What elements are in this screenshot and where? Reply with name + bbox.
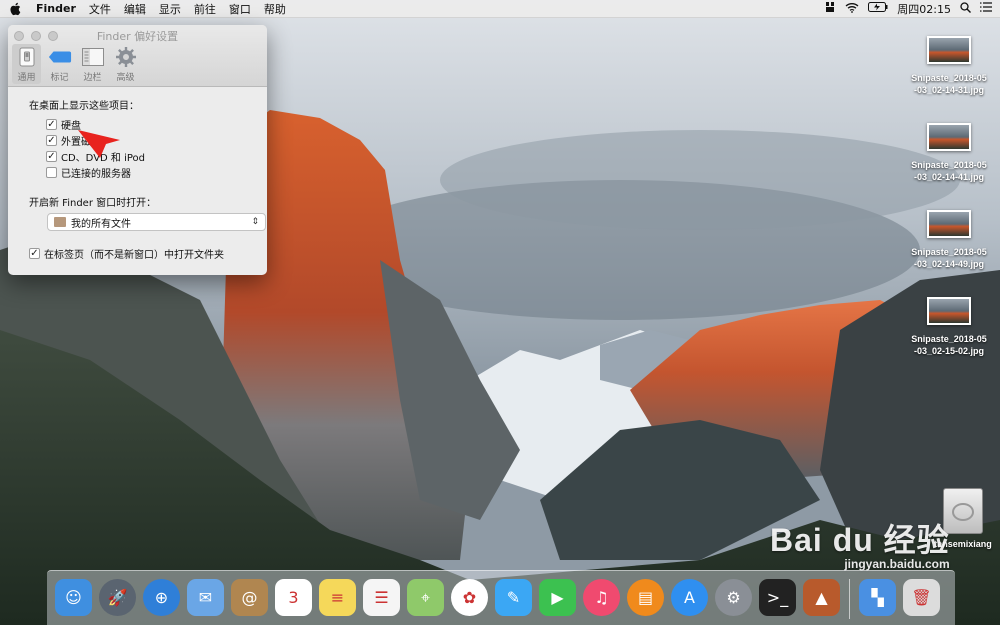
battery-icon[interactable] <box>868 2 888 15</box>
tag-icon <box>48 46 72 68</box>
image-thumbnail-icon <box>927 210 971 238</box>
updown-chevron-icon: ⇕ <box>251 217 259 227</box>
desktop-file[interactable]: Snipaste_2018-05 -03_02-14-31.jpg <box>899 36 999 96</box>
desktop-file[interactable]: Snipaste_2018-05 -03_02-15-02.jpg <box>899 297 999 357</box>
menu-help[interactable]: 帮助 <box>264 1 286 17</box>
red-arrow-annotation <box>78 130 120 158</box>
checkbox-label: 已连接的服务器 <box>61 168 131 180</box>
search-icon[interactable] <box>960 1 971 16</box>
new-window-target-value: 我的所有文件 <box>71 218 131 230</box>
sidebar-icon <box>81 46 105 68</box>
terminal-icon[interactable]: >_ <box>759 579 796 616</box>
menu-view[interactable]: 显示 <box>159 1 181 17</box>
menu-bar-status: 周四02:15 <box>824 1 992 17</box>
checkbox-open-in-tabs[interactable]: ✓ 在标签页（而不是新窗口）中打开文件夹 <box>29 245 246 261</box>
gear-icon <box>114 46 138 68</box>
dock-icons: ☺ 🚀 ⊕ ✉ @3 ≡ ☰ ⌖ ✿ ✎ ▶ ♫ ▤ A ⚙ >_ ▲ ▚ 🗑 <box>55 579 940 619</box>
messages-icon[interactable]: ✎ <box>495 579 532 616</box>
file-name-line2: -03_02-15-02.jpg <box>913 346 985 356</box>
file-name-line1: Snipaste_2018-05 <box>911 247 987 257</box>
safari-icon[interactable]: ⊕ <box>143 579 180 616</box>
menu-edit[interactable]: 编辑 <box>124 1 146 17</box>
menu-finder[interactable]: Finder <box>36 2 76 15</box>
el-capitan-installer-icon[interactable]: ▲ <box>803 579 840 616</box>
image-thumbnail-icon <box>927 36 971 64</box>
file-name-line1: Snipaste_2018-05 <box>911 160 987 170</box>
watermark-main: Bai du 经验 <box>770 522 950 558</box>
checkmark-icon[interactable]: ✓ <box>29 247 40 259</box>
checkmark-icon[interactable]: ✓ <box>46 134 57 146</box>
checkbox-label: 在标签页（而不是新窗口）中打开文件夹 <box>44 249 224 261</box>
launchpad-icon[interactable]: 🚀 <box>99 579 136 616</box>
preferences-content: 在桌面上显示这些项目： ✓ 硬盘 ✓ 外置磁盘 ✓ CD、DVD 和 iPod … <box>8 87 267 271</box>
dock: ☺ 🚀 ⊕ ✉ @3 ≡ ☰ ⌖ ✿ ✎ ▶ ♫ ▤ A ⚙ >_ ▲ ▚ 🗑 <box>47 570 955 625</box>
clock-text[interactable]: 周四02:15 <box>897 1 951 17</box>
reminders-icon[interactable]: ☰ <box>363 579 400 616</box>
baidu-watermark: Bai du 经验 jingyan.baidu.com <box>770 515 950 571</box>
file-name-line1: Snipaste_2018-05 <box>911 334 987 344</box>
all-my-files-icon <box>54 217 66 227</box>
photos-icon[interactable]: ✿ <box>451 579 488 616</box>
tab-general-label: 通用 <box>17 73 36 83</box>
notes-icon[interactable]: ≡ <box>319 579 356 616</box>
file-name-line1: Snipaste_2018-05 <box>911 73 987 83</box>
preferences-toolbar: 通用 标记 边栏 高级 <box>12 44 140 84</box>
wifi-icon[interactable] <box>845 2 859 16</box>
file-name-line2: -03_02-14-31.jpg <box>913 85 985 95</box>
checkmark-icon[interactable]: ✓ <box>46 150 57 162</box>
general-switch-icon <box>15 46 39 68</box>
new-window-heading: 开启新 Finder 窗口时打开： <box>29 198 157 209</box>
desktop-items-heading: 在桌面上显示这些项目： <box>29 101 139 112</box>
mail-icon[interactable]: ✉ <box>187 579 224 616</box>
apple-icon[interactable] <box>8 2 22 16</box>
maps-folder-icon[interactable]: ▚ <box>859 579 896 616</box>
file-name-line2: -03_02-14-41.jpg <box>913 172 985 182</box>
window-titlebar: Finder 偏好设置 通用 标记 边栏 高级 <box>8 25 267 87</box>
file-name-line2: -03_02-14-49.jpg <box>913 259 985 269</box>
tab-tags-label: 标记 <box>50 73 69 83</box>
finder-icon[interactable]: ☺ <box>55 579 92 616</box>
image-thumbnail-icon <box>927 297 971 325</box>
image-thumbnail-icon <box>927 123 971 151</box>
empty-checkbox[interactable] <box>46 166 57 178</box>
desktop-file[interactable]: Snipaste_2018-05 -03_02-14-49.jpg <box>899 210 999 270</box>
tab-sidebar-label: 边栏 <box>83 73 102 83</box>
system-preferences-icon[interactable]: ⚙ <box>715 579 752 616</box>
tab-sidebar[interactable]: 边栏 <box>78 44 107 84</box>
dock-separator <box>849 579 850 619</box>
tab-advanced-label: 高级 <box>116 73 135 83</box>
itunes-icon[interactable]: ♫ <box>583 579 620 616</box>
menu-file[interactable]: 文件 <box>89 1 111 17</box>
facetime-icon[interactable]: ▶ <box>539 579 576 616</box>
tab-advanced[interactable]: 高级 <box>111 44 140 84</box>
checkbox-connected-servers[interactable]: 已连接的服务器 <box>46 164 246 180</box>
menu-go[interactable]: 前往 <box>194 1 216 17</box>
tab-general[interactable]: 通用 <box>12 44 41 84</box>
checkmark-icon[interactable]: ✓ <box>46 118 57 130</box>
menu-bar: Finder 文件 编辑 显示 前往 窗口 帮助 周四02:15 <box>0 0 1000 18</box>
new-window-target-select[interactable]: 我的所有文件 ⇕ <box>47 213 266 231</box>
trash-icon[interactable]: 🗑 <box>903 579 940 616</box>
tab-tags[interactable]: 标记 <box>45 44 74 84</box>
app-store-icon[interactable]: A <box>671 579 708 616</box>
contacts-icon[interactable]: @ <box>231 579 268 616</box>
maps-icon[interactable]: ⌖ <box>407 579 444 616</box>
desktop-file[interactable]: Snipaste_2018-05 -03_02-14-41.jpg <box>899 123 999 183</box>
calendar-icon[interactable]: 3 <box>275 579 312 616</box>
ibooks-icon[interactable]: ▤ <box>627 579 664 616</box>
window-title: Finder 偏好设置 <box>96 30 179 43</box>
list-icon[interactable] <box>980 2 992 15</box>
finder-preferences-window: Finder 偏好设置 通用 标记 边栏 高级 在桌面上显示这些项目： ✓ 硬盘… <box>8 25 267 275</box>
bear-icon[interactable] <box>824 1 836 16</box>
menu-window[interactable]: 窗口 <box>229 1 251 17</box>
